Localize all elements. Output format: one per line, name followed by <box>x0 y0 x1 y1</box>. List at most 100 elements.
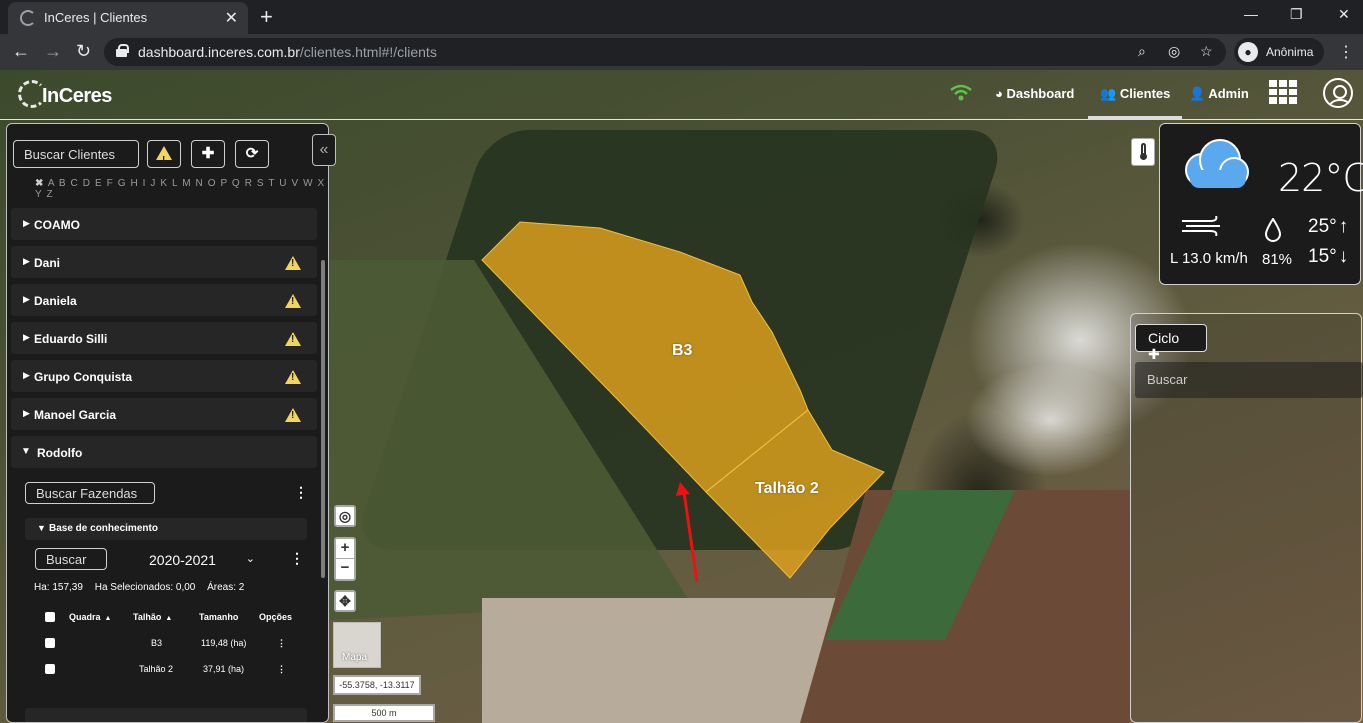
header-talhao[interactable]: Talhão ▲ <box>133 612 172 622</box>
warning-icon <box>285 256 301 270</box>
alphabet-filter[interactable]: ✖ A B C D E F G H I J K L M N O P Q R S … <box>35 178 328 200</box>
warning-icon <box>285 294 301 308</box>
compass-button[interactable]: ◎ <box>334 505 356 527</box>
map-scale: 500 m <box>333 704 435 722</box>
farm-options-icon[interactable]: ⋮ <box>294 484 308 501</box>
area-stats: Ha: 157,39 Ha Selecionados: 0,00 Áreas: … <box>34 582 253 593</box>
season-value: 2020-2021 <box>149 552 216 568</box>
pan-move-button[interactable]: ✥ <box>334 590 356 612</box>
warnings-filter-button[interactable] <box>147 140 181 174</box>
sort-asc-icon: ▲ <box>165 615 173 622</box>
url-text: dashboard.inceres.com.br/clientes.html#!… <box>138 44 437 60</box>
header-quadra[interactable]: Quadra ▲ <box>69 612 111 622</box>
user-account-icon[interactable] <box>1323 78 1353 108</box>
back-icon[interactable]: ← <box>12 41 30 62</box>
client-item[interactable]: ▶ Dani <box>11 246 317 278</box>
add-cycle-button[interactable]: Ciclo ✚ <box>1135 324 1207 362</box>
table-row[interactable]: Talhão 2 37,91 (ha) ⋮ <box>41 660 301 686</box>
select-all-checkbox[interactable] <box>45 612 55 622</box>
search-fields-input[interactable]: Buscar <box>35 548 107 570</box>
zoom-icon[interactable]: ⌕ <box>1138 43 1146 60</box>
nav-admin[interactable]: 👤 Admin <box>1189 86 1249 102</box>
window-close-icon[interactable]: ✕ <box>1338 6 1350 23</box>
row-checkbox[interactable] <box>45 664 55 674</box>
client-warning[interactable] <box>285 368 301 387</box>
warning-icon <box>285 370 301 384</box>
humidity-drop-icon <box>1264 218 1282 242</box>
humidity-value: 81% <box>1262 251 1293 268</box>
client-item[interactable]: ▶ Manoel Garcia <box>11 398 317 430</box>
reload-icon[interactable]: ↻ <box>76 41 91 62</box>
panel-scrollbar[interactable] <box>321 260 325 578</box>
zoom-control: + − <box>334 537 356 581</box>
add-client-button[interactable]: ✚ <box>191 140 225 168</box>
weather-card: 22°C L 13.0 km/h 81% 25° ↑ 15° ↓ <box>1159 123 1363 285</box>
client-name: Dani <box>34 256 61 270</box>
client-item[interactable]: ▶ Grupo Conquista <box>11 360 317 392</box>
search-farms-input[interactable]: Buscar Fazendas <box>25 482 155 504</box>
wind-icon <box>1182 216 1220 236</box>
client-warning[interactable] <box>285 254 301 273</box>
browser-menu-icon[interactable]: ⋮ <box>1338 42 1354 62</box>
basemap-switcher[interactable]: Mapa <box>333 622 381 668</box>
search-clients-input[interactable]: Buscar Clientes <box>13 140 139 168</box>
bookmark-star-icon[interactable]: ☆ <box>1200 43 1213 60</box>
caret-right-icon: ▶ <box>23 408 30 418</box>
warning-icon <box>285 332 301 346</box>
browser-toolbar: ← → ↻ dashboard.inceres.com.br/clientes.… <box>0 34 1363 70</box>
cloud-icon <box>1185 139 1249 188</box>
farm-section: Buscar Fazendas ⋮ ▼ Base de conhecimento… <box>11 480 317 722</box>
thermometer-icon <box>1139 143 1147 160</box>
cycle-panel: Ciclo ✚ Buscar <box>1130 313 1363 723</box>
apps-grid-icon[interactable] <box>1269 80 1297 104</box>
collapse-panel-button[interactable]: « <box>312 134 336 166</box>
table-row[interactable]: B3 119,48 (ha) ⋮ <box>41 634 301 660</box>
minimize-icon[interactable]: — <box>1244 6 1258 22</box>
client-item[interactable]: ▶ Daniela <box>11 284 317 316</box>
tab-close-icon[interactable]: ✕ <box>225 8 238 28</box>
red-arrow-head <box>676 482 690 496</box>
connection-wifi-icon <box>950 84 972 101</box>
stat-ha-selected: Ha Selecionados: 0,00 <box>94 582 196 593</box>
parcel-label-talhao-2: Talhão 2 <box>755 480 819 497</box>
client-item[interactable]: ▶ COAMO <box>11 208 317 240</box>
client-name: COAMO <box>34 218 80 232</box>
maximize-icon[interactable]: ❐ <box>1290 6 1303 23</box>
client-list: ▶ COAMO ▶ Dani ▶ Daniela ▶ Eduardo Silli… <box>11 208 317 474</box>
client-item[interactable]: ▶ Eduardo Silli <box>11 322 317 354</box>
cycle-search-input[interactable]: Buscar <box>1135 362 1363 398</box>
incognito-icon: ● <box>1238 42 1258 62</box>
client-panel: Buscar Clientes ✚ ⟳ ✖ A B C D E F G H I … <box>6 123 329 723</box>
zoom-out-button[interactable]: − <box>336 559 354 579</box>
address-bar[interactable]: dashboard.inceres.com.br/clientes.html#!… <box>104 38 1226 66</box>
clear-filter-icon[interactable]: ✖ <box>35 178 44 189</box>
new-tab-icon[interactable]: + <box>260 4 273 30</box>
farm-item[interactable] <box>25 708 307 722</box>
client-item-expanded[interactable]: ▼ Rodolfo <box>11 436 317 468</box>
row-checkbox[interactable] <box>45 638 55 648</box>
client-warning[interactable] <box>285 330 301 349</box>
season-select[interactable]: 2020-2021 ⌄ <box>149 552 259 570</box>
forward-icon[interactable]: → <box>44 41 62 62</box>
client-warning[interactable] <box>285 292 301 311</box>
header-tamanho[interactable]: Tamanho <box>199 612 238 622</box>
row-options-icon[interactable]: ⋮ <box>277 638 286 649</box>
row-options-icon[interactable]: ⋮ <box>277 664 286 675</box>
farm-item-expanded[interactable]: ▼ Base de conhecimento <box>25 518 307 540</box>
current-temperature: 22°C <box>1278 156 1363 200</box>
profile-button[interactable]: ● Anônima <box>1234 38 1324 66</box>
table-header: Quadra ▲ Talhão ▲ Tamanho Opções <box>41 608 301 634</box>
header-opcoes: Opções <box>259 612 293 622</box>
nav-dashboard[interactable]: ◕ Dashboard <box>995 86 1074 101</box>
tracking-icon[interactable]: ◎ <box>1168 43 1180 60</box>
weather-toggle-button[interactable] <box>1131 138 1155 166</box>
caret-down-icon: ▼ <box>21 446 31 457</box>
app-page: B3 Talhão 2 InCeres ◕ Dashboard 👥 Client… <box>0 70 1363 723</box>
tab-favicon-icon <box>20 10 36 26</box>
season-options-icon[interactable]: ⋮ <box>290 550 304 567</box>
browser-tab[interactable]: InCeres | Clientes ✕ <box>8 2 248 34</box>
refresh-button[interactable]: ⟳ <box>235 140 269 168</box>
client-warning[interactable] <box>285 406 301 425</box>
nav-clientes[interactable]: 👥 Clientes <box>1087 86 1183 120</box>
zoom-in-button[interactable]: + <box>336 539 354 559</box>
